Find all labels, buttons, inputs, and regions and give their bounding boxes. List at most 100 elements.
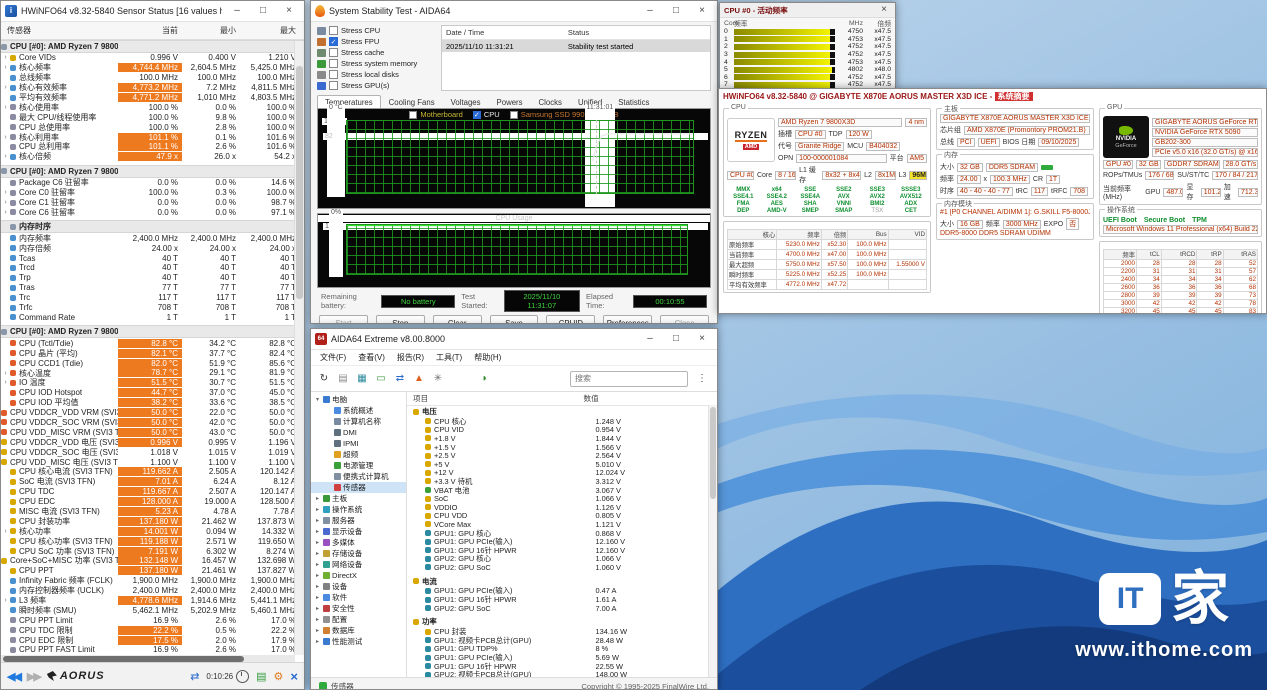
tree-item[interactable]: 便携式计算机 — [311, 471, 406, 482]
tree-expand-icon[interactable]: ▸ — [314, 517, 321, 524]
sensor-row[interactable]: Core+SoC+MISC 功率 (SVI3 TFN) 132.148 W 16… — [1, 556, 304, 566]
stability-tab[interactable]: Powers — [489, 95, 531, 109]
sensor-row[interactable]: Trp 40 T 40 T 40 T — [1, 273, 304, 283]
stress-checkbox[interactable] — [329, 48, 338, 57]
tree-item[interactable]: ▸ DirectX — [311, 570, 406, 581]
dialog-button[interactable]: Clear — [433, 315, 482, 324]
col-sensor[interactable]: 传感器 — [1, 25, 118, 36]
sensor-value-row[interactable]: CPU VID 0.954 V — [407, 426, 717, 435]
stress-checkbox[interactable] — [329, 59, 338, 68]
fan-icon[interactable]: ✳ — [431, 372, 445, 386]
expand-arrow-icon[interactable]: › — [1, 199, 10, 206]
stress-option[interactable]: Stress GPU(s) — [317, 80, 435, 91]
stability-tab[interactable]: Clocks — [531, 95, 570, 109]
sensor-value-row[interactable]: +2.5 V 2.564 V — [407, 451, 717, 460]
tree-item[interactable]: ▸ 多媒体 — [311, 537, 406, 548]
sensor-row[interactable]: CPU EDC 限制 17.5 % 2.0 % 17.9 % — [1, 635, 304, 645]
sensor-value-row[interactable]: GPU1: GPU 16针 HPWR 1.61 A — [407, 595, 717, 604]
dialog-button[interactable]: CPUID — [546, 315, 595, 324]
tree-expand-icon[interactable]: ▸ — [314, 638, 321, 645]
tree-item[interactable]: ▸ 性能测试 — [311, 636, 406, 647]
log-col-datetime[interactable]: Date / Time — [442, 28, 564, 37]
tree-expand-icon[interactable]: ▸ — [314, 583, 321, 590]
expand-arrow-icon[interactable]: › — [1, 370, 10, 377]
maximize-button[interactable]: □ — [665, 330, 687, 348]
stress-checkbox[interactable]: ✓ — [329, 37, 338, 46]
expand-arrow-icon[interactable]: › — [1, 84, 10, 91]
tree-expand-icon[interactable]: ▾ — [314, 396, 321, 403]
sensor-row[interactable]: 内存时序 — [1, 220, 304, 233]
scrollbar-thumb[interactable] — [710, 407, 716, 499]
tree-expand-icon[interactable]: ▸ — [314, 539, 321, 546]
sensor-value-row[interactable]: +1.5 V 1.566 V — [407, 443, 717, 452]
tree-expand-icon[interactable]: ▸ — [314, 627, 321, 634]
stress-option[interactable]: Stress system memory — [317, 58, 435, 69]
stress-option[interactable]: Stress cache — [317, 47, 435, 58]
dialog-button[interactable]: Close — [660, 315, 709, 324]
menu-item[interactable]: 文件(F) — [315, 352, 351, 363]
stability-tab[interactable]: Cooling Fans — [381, 95, 443, 109]
expand-arrow-icon[interactable]: › — [1, 153, 10, 160]
sensor-value-row[interactable]: CPU 核心 1.248 V — [407, 417, 717, 426]
menu-item[interactable]: 工具(T) — [431, 352, 467, 363]
tree-expand-icon[interactable]: ▸ — [314, 616, 321, 623]
menu-item[interactable]: 查看(V) — [353, 352, 390, 363]
sensor-row[interactable]: CPU TDC 119.667 A 2.507 A 120.147 A — [1, 487, 304, 497]
search-input[interactable] — [570, 371, 688, 387]
tree-item[interactable]: ▸ 数据库 — [311, 625, 406, 636]
stress-checkbox[interactable] — [329, 26, 338, 35]
tree-item[interactable]: ▸ 服务器 — [311, 515, 406, 526]
tree-expand-icon[interactable]: ▸ — [314, 605, 321, 612]
col-field[interactable]: 项目 — [407, 393, 584, 404]
tree-item[interactable]: DMI — [311, 427, 406, 438]
sensor-row[interactable]: CPU PPT FAST Limit 16.9 % 2.6 % 17.0 % — [1, 645, 304, 655]
tree-item[interactable]: ▸ 显示设备 — [311, 526, 406, 537]
close-button[interactable]: × — [691, 330, 713, 348]
col-min[interactable]: 最小 — [182, 25, 240, 36]
minimize-button[interactable]: – — [639, 2, 661, 20]
sensor-row[interactable]: CPU VDDCR_SOC VRM (SVI3 TFN) 50.0 °C 42.… — [1, 418, 304, 428]
sync-icon[interactable]: ⇄ — [190, 670, 199, 683]
settings-gear-icon[interactable]: ⚙ — [274, 670, 284, 683]
expand-arrow-icon[interactable]: › — [1, 209, 10, 216]
dialog-button[interactable]: Save — [490, 315, 539, 324]
hwinfo-column-header[interactable]: 传感器 当前 最小 最大 — [1, 22, 304, 40]
close-button[interactable]: × — [877, 4, 891, 16]
cpu-clocks-titlebar[interactable]: CPU #0 - 活动频率 × — [720, 3, 895, 18]
sensor-row[interactable]: CPU [#0]: AMD Ryzen 7 9800X3D: Enhanced — [1, 325, 304, 338]
tree-item[interactable]: IPMI — [311, 438, 406, 449]
maximize-button[interactable]: □ — [252, 2, 274, 20]
legend-checkbox[interactable] — [510, 111, 518, 119]
tree-item[interactable]: 电源管理 — [311, 460, 406, 471]
tree-item[interactable]: ▸ 操作系统 — [311, 504, 406, 515]
stability-titlebar[interactable]: System Stability Test - AIDA64 – □ × — [311, 1, 717, 22]
refresh-icon[interactable]: ↻ — [317, 372, 331, 386]
expand-arrow-icon[interactable]: › — [1, 64, 10, 71]
sensor-value-row[interactable]: VDDIO 1.126 V — [407, 503, 717, 512]
minimize-button[interactable]: – — [226, 2, 248, 20]
vertical-scrollbar[interactable] — [708, 405, 717, 677]
tree-expand-icon[interactable]: ▸ — [314, 594, 321, 601]
tree-item[interactable]: ▸ 存储设备 — [311, 548, 406, 559]
close-button[interactable]: × — [278, 2, 300, 20]
osd-icon[interactable]: OSD — [450, 372, 472, 386]
menu-item[interactable]: 报告(R) — [392, 352, 429, 363]
tree-item[interactable]: ▸ 设备 — [311, 581, 406, 592]
gpu-selector[interactable]: GPU #0 — [1103, 160, 1133, 169]
sensor-row[interactable]: CPU IOD 平均值 38.2 °C 33.6 °C 38.5 °C — [1, 398, 304, 408]
sensor-value-row[interactable]: GPU2: 视频卡PCB总计(GPU) 148.00 W — [407, 670, 717, 677]
tree-item[interactable]: ▸ 主板 — [311, 493, 406, 504]
tree-item[interactable]: 计算机名称 — [311, 416, 406, 427]
minimize-button[interactable]: – — [639, 330, 661, 348]
vertical-scrollbar[interactable] — [294, 41, 304, 655]
hwinfo-titlebar[interactable]: i HWiNFO64 v8.32-5840 Sensor Status [16 … — [1, 1, 304, 22]
expand-arrow-icon[interactable]: › — [1, 189, 10, 196]
sensor-value-row[interactable]: VBAT 电池 3.067 V — [407, 486, 717, 495]
menu-item[interactable]: 帮助(H) — [469, 352, 506, 363]
sensor-row[interactable]: Trc 117 T 117 T 117 T — [1, 293, 304, 303]
maximize-button[interactable]: □ — [665, 2, 687, 20]
legend-item[interactable]: Motherboard — [409, 110, 463, 119]
expand-arrow-icon[interactable]: › — [1, 134, 10, 141]
sensor-value-row[interactable]: CPU VDD 0.805 V — [407, 512, 717, 521]
network-icon[interactable]: ⇄ — [393, 372, 407, 386]
